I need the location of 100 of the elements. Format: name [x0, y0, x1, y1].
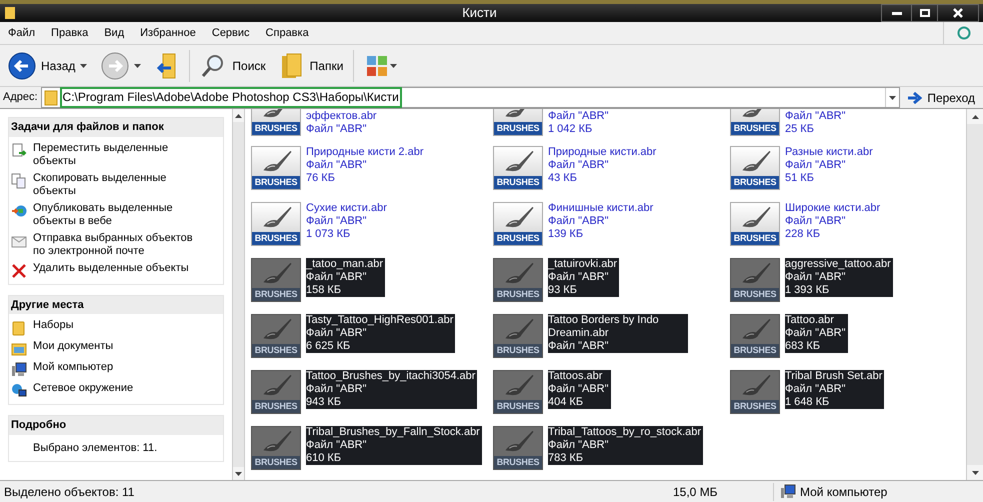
file-detail: Файл "ABR": [306, 123, 368, 136]
brush-file-icon: BRUSHES: [730, 146, 780, 190]
file-item[interactable]: BRUSHES Tattoos.abr Файл "ABR" 404 КБ: [493, 370, 730, 414]
menu-item[interactable]: Сервис: [212, 24, 250, 42]
file-detail: Файл "ABR": [548, 271, 610, 284]
file-item[interactable]: BRUSHES Tribal Brush Set.abr Файл "ABR" 1 648 КБ: [730, 370, 966, 414]
file-item[interactable]: BRUSHES _tatuirovki.abr Файл "ABR" 93 КБ: [493, 258, 730, 302]
menu-item[interactable]: Правка: [51, 24, 88, 42]
file-item[interactable]: BRUSHES Файл "ABR" 25 КБ: [730, 109, 966, 136]
folder-icon: [4, 6, 18, 20]
file-item[interactable]: BRUSHES Широкие кисти.abr Файл "ABR" 228 КБ: [730, 202, 966, 246]
back-button[interactable]: Назад: [4, 50, 92, 82]
file-detail: Файл "ABR": [306, 327, 368, 340]
file-detail: Файл "ABR": [785, 327, 846, 340]
menu-item[interactable]: Файл: [8, 24, 36, 42]
file-detail: 158 КБ: [306, 284, 342, 297]
file-name: aggressive_tattoo.abr: [785, 258, 891, 271]
scroll-up-arrow-icon: [235, 114, 242, 118]
status-text: Выделено объектов: 11: [3, 484, 136, 500]
brush-file-icon: BRUSHES: [730, 370, 780, 414]
caret-icon: [390, 64, 398, 68]
brush-file-icon: BRUSHES: [493, 146, 543, 190]
scrollbar[interactable]: [232, 109, 245, 480]
file-detail: 51 КБ: [785, 172, 815, 185]
go-button[interactable]: Переход: [900, 88, 983, 106]
task-link[interactable]: Наборы: [33, 319, 74, 332]
file-detail: Файл "ABR": [306, 439, 368, 452]
task-link[interactable]: Отправка выбранных объектов по электронной почте: [33, 232, 195, 258]
file-item[interactable]: BRUSHES Сухие кисти.abr Файл "ABR" 1 073 КБ: [251, 202, 493, 246]
task-link[interactable]: Мои документы: [33, 340, 114, 353]
task-link[interactable]: Мой компьютер: [33, 361, 114, 374]
window-title: Кисти: [462, 4, 497, 22]
file-item[interactable]: BRUSHES Разные кисти.abr Файл "ABR" 51 КБ: [730, 146, 966, 190]
ring-logo-icon: [956, 26, 970, 40]
file-name: Tattoo_Brushes_by_itachi3054.abr: [306, 370, 476, 383]
brush-file-icon: BRUSHES: [493, 314, 543, 358]
file-detail: 93 КБ: [548, 284, 578, 297]
brush-file-icon: BRUSHES: [730, 258, 780, 302]
file-item[interactable]: BRUSHES aggressive_tattoo.abr Файл "ABR" 1 393 КБ: [730, 258, 966, 302]
folders-button[interactable]: Папки: [276, 50, 354, 82]
file-detail: 683 КБ: [785, 340, 822, 353]
brush-file-icon: BRUSHES: [730, 314, 780, 358]
menu-item[interactable]: Вид: [104, 24, 124, 42]
file-detail: Файл "ABR": [306, 159, 368, 172]
file-detail: 783 КБ: [548, 452, 584, 465]
file-item[interactable]: BRUSHES Природные кисти 2.abr Файл "ABR" 76 КБ: [251, 146, 493, 190]
caret-icon: [235, 472, 242, 476]
file-name: Природные кисти.abr: [548, 146, 656, 159]
task-link[interactable]: Скопировать выделенные объекты: [33, 172, 195, 198]
folder-icon: [11, 320, 27, 336]
file-detail: Файл "ABR": [785, 271, 847, 284]
documents-folder-icon: [11, 341, 27, 357]
task-link[interactable]: Переместить выделенные объекты: [33, 142, 195, 168]
file-name: Финишные кисти.abr: [548, 202, 654, 215]
file-item[interactable]: BRUSHES Природные кисти.abr Файл "ABR" 43 КБ: [493, 146, 730, 190]
views-icon: [366, 54, 388, 76]
caret-icon: [80, 64, 88, 68]
scrollbar[interactable]: [966, 109, 983, 480]
file-detail: Файл "ABR": [785, 159, 847, 172]
task-link[interactable]: Сетевое окружение: [33, 382, 134, 395]
brush-file-icon: BRUSHES: [730, 109, 780, 136]
file-detail: Файл "ABR": [306, 383, 368, 396]
file-detail: 610 КБ: [306, 452, 342, 465]
file-detail: 43 КБ: [548, 172, 578, 185]
file-name: Tribal_Brushes_by_Falln_Stock.abr: [306, 426, 480, 439]
file-detail: Файл "ABR": [306, 215, 368, 228]
brush-file-icon: BRUSHES: [493, 370, 543, 414]
detail-text: Выбрано элементов: 11.: [32, 440, 158, 456]
search-button[interactable]: Поиск: [196, 50, 270, 82]
file-detail: Файл "ABR": [548, 110, 609, 123]
file-detail: 6 625 КБ: [306, 340, 352, 353]
brush-file-icon: BRUSHES: [251, 202, 301, 246]
status-size: 15,0 МБ: [673, 484, 719, 500]
file-item[interactable]: BRUSHES _tatoo_man.abr Файл "ABR" 158 КБ: [251, 258, 493, 302]
brush-file-icon: BRUSHES: [493, 109, 543, 136]
file-item[interactable]: BRUSHES Tattoo.abr Файл "ABR" 683 КБ: [730, 314, 966, 358]
move-file-icon: [11, 142, 27, 158]
file-item[interactable]: BRUSHES эффектов.abr Файл "ABR": [251, 109, 493, 136]
file-item[interactable]: BRUSHES Финишные кисти.abr Файл "ABR" 139 КБ: [493, 202, 730, 246]
computer-icon: [780, 484, 796, 500]
file-item[interactable]: BRUSHES Файл "ABR" 1 042 КБ: [493, 109, 730, 136]
scroll-up-arrow-icon: [972, 114, 978, 118]
brush-file-icon: BRUSHES: [730, 202, 780, 246]
file-detail: 1 648 КБ: [785, 396, 830, 409]
brush-file-icon: BRUSHES: [251, 109, 301, 136]
brush-file-icon: BRUSHES: [251, 146, 301, 190]
file-detail: 25 КБ: [785, 123, 815, 136]
address-field[interactable]: C:\Program Files\Adobe\Adobe Photoshop CS3\Наборы\Кисти: [40, 87, 900, 108]
file-name: Сухие кисти.abr: [306, 202, 387, 215]
file-detail: 943 КБ: [306, 396, 342, 409]
menu-item[interactable]: Справка: [266, 24, 309, 42]
task-link[interactable]: Опубликовать выделенные объекты в вебе: [33, 202, 195, 228]
network-icon: [11, 383, 27, 399]
file-detail: 228 КБ: [785, 228, 822, 241]
status-zone: Мой компьютер: [800, 484, 888, 500]
copy-icon: [11, 172, 27, 188]
menu-item[interactable]: Избранное: [140, 24, 196, 42]
file-detail: 76 КБ: [306, 172, 336, 185]
task-link[interactable]: Удалить выделенные объекты: [33, 262, 189, 274]
file-detail: 404 КБ: [548, 396, 584, 409]
